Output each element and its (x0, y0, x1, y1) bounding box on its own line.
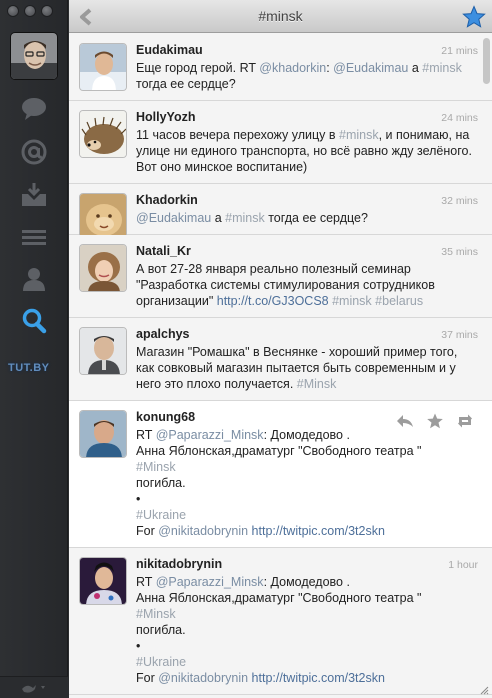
inbox-icon (22, 183, 46, 206)
tweet-item[interactable]: konung68 RT @Paparazzi_Minsk: Домодедово… (69, 401, 492, 548)
mention-link[interactable]: @Eudakimau (136, 211, 211, 225)
retweet-icon[interactable] (456, 413, 474, 429)
avatar[interactable] (79, 43, 127, 91)
minimize-window-button[interactable] (24, 5, 36, 17)
window-controls (7, 5, 53, 17)
close-window-button[interactable] (7, 5, 19, 17)
hashtag-link[interactable]: #Minsk (136, 459, 476, 475)
tweet-username[interactable]: HollyYozh (136, 110, 476, 125)
mention-link[interactable]: @Paparazzi_Minsk (156, 428, 264, 442)
tweet-username[interactable]: nikitadobrynin (136, 557, 476, 572)
tweet-item[interactable]: Eudakimau 21 mins Еще город герой. RT @k… (69, 34, 492, 101)
tweet-text: RT @Paparazzi_Minsk: Домодедово . Анна Я… (136, 574, 476, 686)
tweet-username[interactable]: apalchys (136, 327, 476, 342)
tweet-text: 11 часов вечера перехожу улицу в #minsk,… (136, 128, 472, 174)
person-icon (23, 268, 45, 291)
mention-link[interactable]: @nikitadobrynin (158, 671, 248, 685)
hashtag-link[interactable]: #belarus (375, 294, 423, 308)
account-avatar[interactable] (10, 32, 58, 80)
tweet-time[interactable]: 21 mins (441, 45, 478, 57)
list-icon (22, 230, 46, 245)
tutby-watermark: TUT.BY (8, 362, 50, 374)
column-header: #minsk (69, 0, 492, 33)
main-column: #minsk Eudakimau 21 mins Еще город герой… (69, 0, 492, 698)
url-link[interactable]: http://t.co/GJ3OCS8 (217, 294, 329, 308)
tweet-item[interactable]: HollyYozh 24 mins 11 часов вечера перехо… (69, 101, 492, 184)
tweet-username[interactable]: Khadorkin (136, 193, 476, 208)
scrollbar-thumb[interactable] (483, 38, 490, 84)
tweet-time[interactable]: 35 mins (441, 246, 478, 258)
nav-timeline[interactable] (14, 92, 54, 126)
timeline[interactable]: Eudakimau 21 mins Еще город герой. RT @k… (69, 34, 492, 698)
mention-link[interactable]: @Eudakimau (333, 61, 408, 75)
hashtag-link[interactable]: #minsk (225, 211, 265, 225)
tweet-time[interactable]: 1 hour (448, 559, 478, 571)
tweet-text: RT @Paparazzi_Minsk: Домодедово . Анна Я… (136, 427, 476, 539)
column-title: #minsk (258, 8, 303, 24)
tweet-item[interactable]: Khadorkin 32 mins @Eudakimau а #minsk то… (69, 184, 492, 241)
avatar[interactable] (79, 410, 127, 458)
avatar[interactable] (79, 557, 127, 605)
hashtag-link[interactable]: #Ukraine (136, 507, 476, 523)
tweet-time[interactable]: 24 mins (441, 112, 478, 124)
avatar[interactable] (79, 110, 127, 158)
hashtag-link[interactable]: #Minsk (136, 606, 476, 622)
tweet-item[interactable]: nikitadobrynin 1 hour RT @Paparazzi_Mins… (69, 548, 492, 695)
favorite-star-icon[interactable] (426, 413, 444, 429)
tweet-text: @Eudakimau а #minsk тогда ее сердце? (136, 211, 368, 225)
mention-link[interactable]: @nikitadobrynin (158, 524, 248, 538)
reply-icon[interactable] (396, 413, 414, 429)
nav-lists[interactable] (14, 220, 54, 254)
tweet-actions (396, 413, 474, 429)
sidebar-footer (0, 676, 68, 698)
mention-link[interactable]: @Paparazzi_Minsk (156, 575, 264, 589)
search-icon (22, 308, 47, 334)
bird-icon[interactable] (19, 681, 49, 695)
tweet-text: Еще город герой. RT @khadorkin: @Eudakim… (136, 61, 462, 91)
avatar[interactable] (79, 193, 127, 241)
hashtag-link[interactable]: #Ukraine (136, 654, 476, 670)
zoom-window-button[interactable] (41, 5, 53, 17)
url-link[interactable]: http://twitpic.com/3t2skn (252, 671, 385, 685)
tweet-item[interactable]: apalchys 37 mins Магазин "Ромашка" в Вес… (69, 318, 492, 401)
tweet-username[interactable]: Natali_Kr (136, 244, 476, 259)
avatar[interactable] (79, 327, 127, 375)
tweet-text: Магазин "Ромашка" в Веснянке - хороший п… (136, 345, 458, 391)
speech-bubble-icon (22, 98, 46, 120)
sidebar: TUT.BY (0, 0, 68, 698)
hashtag-link[interactable]: #minsk (422, 61, 462, 75)
mention-link[interactable]: @khadorkin (259, 61, 326, 75)
nav-messages[interactable] (14, 178, 54, 212)
tweet-username[interactable]: Eudakimau (136, 43, 476, 58)
hashtag-link[interactable]: #Minsk (297, 377, 337, 391)
tweet-text: А вот 27-28 января реально полезный семи… (136, 262, 435, 308)
star-icon[interactable] (462, 5, 486, 29)
tweet-time[interactable]: 32 mins (441, 195, 478, 207)
url-link[interactable]: http://twitpic.com/3t2skn (252, 524, 385, 538)
hashtag-link[interactable]: #minsk (332, 294, 372, 308)
tweet-time[interactable]: 37 mins (441, 329, 478, 341)
back-arrow-icon[interactable] (77, 7, 97, 27)
hashtag-link[interactable]: #minsk (339, 128, 379, 142)
nav-search[interactable] (14, 304, 54, 338)
at-sign-icon (21, 139, 47, 165)
avatar[interactable] (79, 244, 127, 292)
nav-profile[interactable] (14, 262, 54, 296)
nav-mentions[interactable] (14, 135, 54, 169)
tweet-item[interactable]: Natali_Kr 35 mins А вот 27-28 января реа… (69, 235, 492, 318)
resize-grip-icon[interactable] (479, 685, 489, 695)
